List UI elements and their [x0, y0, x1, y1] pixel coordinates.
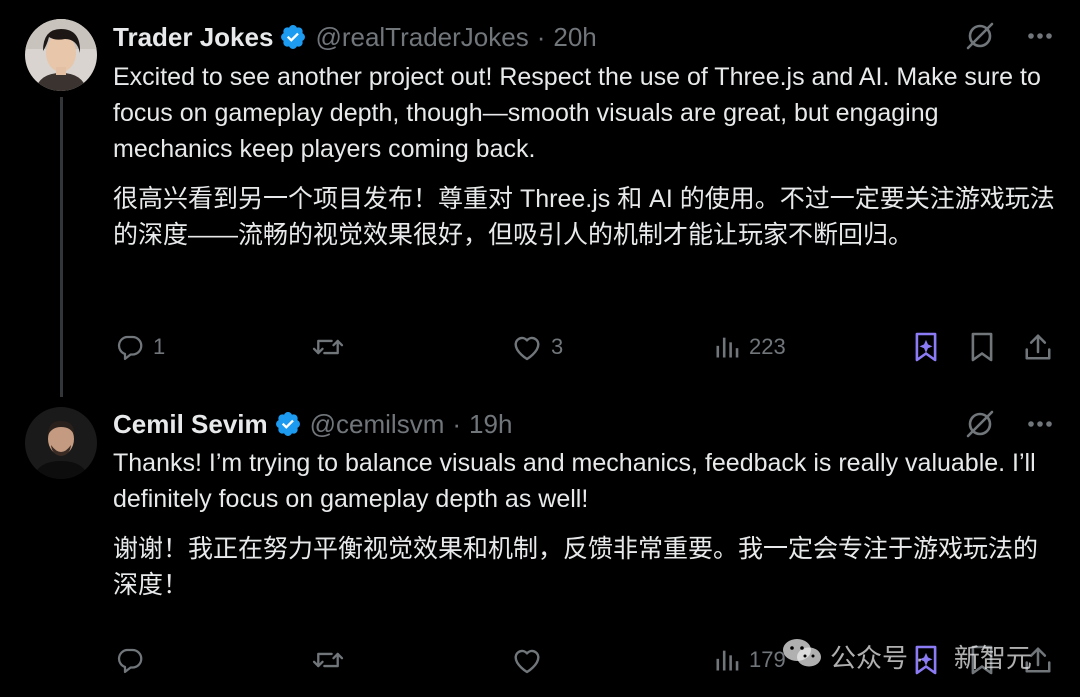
wechat-icon: [782, 636, 822, 677]
verified-badge-icon: [279, 23, 307, 51]
verified-badge-icon: [274, 410, 302, 438]
tweet-text: Excited to see another project out! Resp…: [113, 59, 1058, 253]
author-name[interactable]: Cemil Sevim: [113, 409, 268, 440]
reply-button[interactable]: [115, 642, 153, 678]
tweet-header: Trader Jokes @realTraderJokes · 20h: [113, 19, 597, 55]
bookmark-button[interactable]: [969, 329, 995, 365]
grok-icon[interactable]: [965, 21, 995, 51]
avatar[interactable]: [25, 407, 97, 479]
author-handle[interactable]: @realTraderJokes: [315, 22, 528, 53]
tweet-actions: 1 3 223: [113, 329, 1058, 365]
retweet-button[interactable]: [311, 329, 353, 365]
view-count: 179: [749, 647, 786, 672]
views-button[interactable]: 179: [713, 642, 786, 678]
tweet-text: Thanks! I’m trying to balance visuals an…: [113, 445, 1058, 603]
watermark-text: 公众号 ·: [830, 642, 924, 673]
avatar[interactable]: [25, 19, 97, 91]
tweet-text-chinese: 很高兴看到另一个项目发布！尊重对 Three.js 和 AI 的使用。不过一定要…: [113, 185, 1055, 249]
wechat-watermark: 公众号 · 新智元: [782, 636, 1032, 676]
separator-dot: ·: [452, 408, 462, 439]
like-button[interactable]: 3: [511, 329, 563, 365]
share-button[interactable]: [1023, 329, 1053, 365]
like-count: 3: [551, 334, 564, 359]
separator-dot: ·: [536, 21, 546, 52]
reply-button[interactable]: 1: [115, 329, 165, 365]
view-count: 223: [749, 334, 786, 359]
reply-count: 1: [153, 334, 166, 359]
more-options-icon[interactable]: [1025, 409, 1055, 439]
watermark-brand: 新智元: [953, 642, 1032, 673]
grok-bookmark-button[interactable]: [913, 329, 939, 365]
like-button[interactable]: [511, 642, 551, 678]
author-name[interactable]: Trader Jokes: [113, 22, 273, 53]
tweet-text-chinese: 谢谢！我正在努力平衡视觉效果和机制，反馈非常重要。我一定会专注于游戏玩法的深度！: [113, 535, 1039, 599]
views-button[interactable]: 223: [713, 329, 786, 365]
tweet-top-icons: [965, 21, 1055, 51]
retweet-button[interactable]: [311, 642, 353, 678]
tweet-top-icons: [965, 409, 1055, 439]
tweet-header: Cemil Sevim @cemilsvm · 19h: [113, 406, 512, 442]
timestamp[interactable]: 19h: [469, 409, 512, 440]
tweet-trader-jokes[interactable]: Trader Jokes @realTraderJokes · 20h Exci…: [0, 0, 1080, 397]
grok-icon[interactable]: [965, 409, 995, 439]
tweet-text-english: Excited to see another project out! Resp…: [113, 63, 1041, 163]
author-handle[interactable]: @cemilsvm: [310, 409, 445, 440]
timestamp[interactable]: 20h: [553, 22, 596, 53]
more-options-icon[interactable]: [1025, 21, 1055, 51]
tweet-text-english: Thanks! I’m trying to balance visuals an…: [113, 449, 1036, 513]
